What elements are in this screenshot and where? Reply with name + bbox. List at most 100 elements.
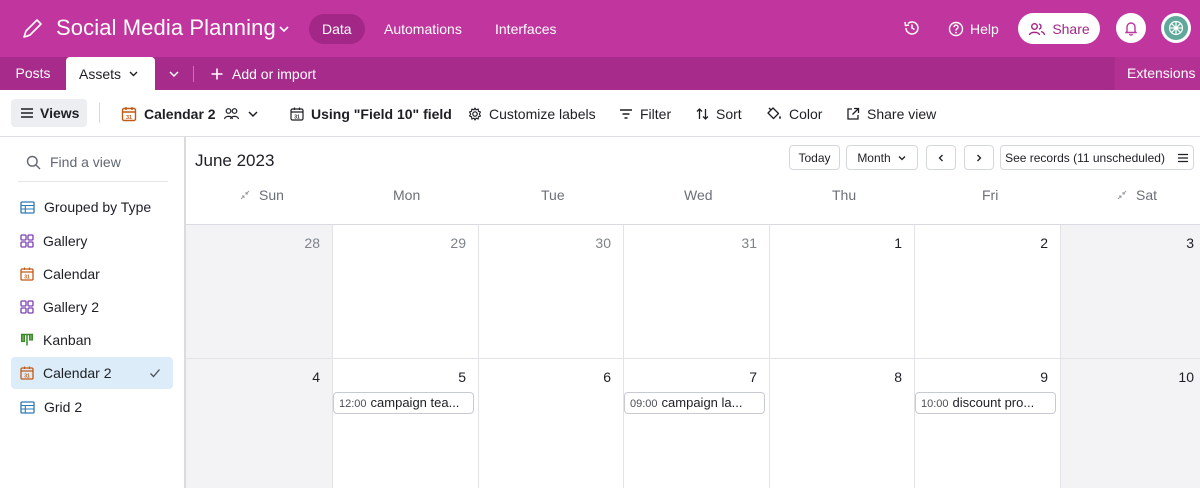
day-cell[interactable]: 6 — [479, 359, 624, 488]
sidebar-item-calendar-2[interactable]: 31 Calendar 2 — [11, 357, 173, 389]
day-cell[interactable]: 31 — [624, 225, 770, 359]
calendar-event[interactable]: 09:00 campaign la... — [624, 392, 765, 414]
collapse-icon[interactable] — [1117, 190, 1127, 200]
day-number: 7 — [749, 369, 757, 385]
calendar-icon: 31 — [121, 106, 137, 121]
avatar[interactable] — [1161, 13, 1191, 43]
event-time: 09:00 — [630, 398, 658, 410]
history-icon[interactable] — [902, 18, 922, 38]
view-toolbar: Views 31 Calendar 2 31 Using "Field 10" … — [0, 90, 1200, 137]
sort-button[interactable]: Sort — [696, 90, 742, 137]
hamburger-icon — [1177, 153, 1188, 162]
day-cell[interactable]: 3 — [1061, 225, 1200, 359]
tab-divider — [193, 66, 194, 82]
calendar-icon: 31 — [290, 107, 304, 121]
sidebar-item-grouped-by-type[interactable]: Grouped by Type — [11, 191, 173, 223]
day-number: 2 — [1040, 235, 1048, 251]
day-cell[interactable]: 29 — [333, 225, 479, 359]
customize-labels-label: Customize labels — [489, 105, 596, 122]
range-select[interactable]: Month — [846, 145, 918, 170]
question-icon — [948, 21, 964, 37]
weekday-label: Wed — [684, 187, 713, 203]
day-cell[interactable]: 5 12:00 campaign tea... — [333, 359, 479, 488]
today-button[interactable]: Today — [789, 145, 840, 170]
weekday-label: Sat — [1136, 187, 1158, 203]
extensions-button[interactable]: Extensions — [1114, 57, 1200, 90]
tab-assets[interactable]: Assets — [66, 57, 155, 90]
day-cell[interactable]: 2 — [915, 225, 1061, 359]
day-cell[interactable]: 1 — [770, 225, 915, 359]
share-view-label: Share view — [867, 105, 937, 122]
day-cell[interactable]: 30 — [479, 225, 624, 359]
grid-icon — [20, 200, 35, 214]
sidebar-item-label: Calendar 2 — [43, 365, 112, 381]
weekday-tue: Tue — [541, 187, 565, 203]
nav-data[interactable]: Data — [309, 14, 365, 44]
base-title[interactable]: Social Media Planning — [56, 15, 276, 41]
views-button[interactable]: Views — [11, 99, 87, 127]
sidebar-item-label: Gallery — [43, 233, 88, 249]
day-cell[interactable]: 9 10:00 discount pro... — [915, 359, 1061, 488]
customize-labels-button[interactable]: Customize labels — [468, 90, 596, 137]
event-time: 12:00 — [339, 398, 367, 410]
day-number: 5 — [458, 369, 466, 385]
share-view-button[interactable]: Share view — [846, 90, 936, 137]
collapse-icon[interactable] — [240, 190, 250, 200]
pencil-icon[interactable] — [20, 17, 44, 41]
calendar-event[interactable]: 10:00 discount pro... — [915, 392, 1056, 414]
sidebar-item-gallery[interactable]: Gallery — [11, 225, 173, 257]
filter-button[interactable]: Filter — [619, 90, 671, 137]
day-cell[interactable]: 7 09:00 campaign la... — [624, 359, 770, 488]
gallery-icon — [20, 300, 34, 314]
weekday-label: Sun — [259, 187, 284, 203]
event-title: campaign tea... — [370, 395, 460, 410]
month-title: June 2023 — [195, 151, 275, 170]
calendar-event[interactable]: 12:00 campaign tea... — [333, 392, 474, 414]
find-view-search[interactable]: Find a view — [26, 154, 121, 170]
sidebar-item-label: Kanban — [43, 332, 92, 348]
chevron-down-icon[interactable] — [166, 66, 182, 82]
grid-icon — [20, 400, 35, 414]
weekday-sun: Sun — [240, 187, 284, 203]
day-number: 31 — [741, 235, 757, 251]
day-cell[interactable]: 10 — [1061, 359, 1200, 488]
chevron-left-icon — [938, 154, 943, 161]
sidebar-item-kanban[interactable]: Kanban — [11, 324, 173, 356]
see-records-button[interactable]: See records (11 unscheduled) — [1000, 145, 1194, 170]
sidebar-item-label: Calendar — [43, 266, 100, 282]
day-cell[interactable]: 4 — [186, 359, 333, 488]
views-label: Views — [40, 105, 80, 121]
search-icon — [26, 155, 41, 169]
bell-icon — [1125, 22, 1137, 36]
chevron-down-icon[interactable] — [128, 68, 139, 79]
range-label: Month — [857, 150, 891, 165]
nav-automations[interactable]: Automations — [371, 14, 475, 44]
svg-text:31: 31 — [24, 275, 30, 281]
gear-icon — [468, 106, 482, 121]
color-button[interactable]: Color — [766, 90, 822, 137]
next-month-button[interactable] — [964, 145, 994, 170]
day-cell[interactable]: 8 — [770, 359, 915, 488]
external-link-icon — [847, 107, 860, 120]
hamburger-icon — [21, 108, 33, 118]
sidebar-item-gallery-2[interactable]: Gallery 2 — [11, 291, 173, 323]
calendar-icon: 31 — [20, 366, 34, 380]
weekday-wed: Wed — [684, 187, 713, 203]
chevron-down-icon[interactable] — [277, 22, 291, 36]
chevron-down-icon — [898, 155, 906, 160]
date-field-button[interactable]: 31 Using "Field 10" field — [290, 90, 452, 137]
help-button[interactable]: Help — [948, 19, 999, 39]
chevron-down-icon[interactable] — [247, 108, 259, 120]
nav-interfaces[interactable]: Interfaces — [482, 14, 569, 44]
sidebar-item-calendar[interactable]: 31 Calendar — [11, 258, 173, 290]
notifications-button[interactable] — [1116, 13, 1146, 43]
tab-posts[interactable]: Posts — [0, 57, 66, 90]
day-cell[interactable]: 28 — [186, 225, 333, 359]
color-label: Color — [789, 105, 823, 122]
share-button[interactable]: Share — [1018, 13, 1100, 44]
view-switcher[interactable]: 31 Calendar 2 — [121, 90, 259, 137]
sidebar-item-grid-2[interactable]: Grid 2 — [11, 391, 173, 423]
previous-month-button[interactable] — [926, 145, 956, 170]
day-number: 1 — [894, 235, 902, 251]
add-or-import-button[interactable]: Add or import — [210, 57, 316, 90]
